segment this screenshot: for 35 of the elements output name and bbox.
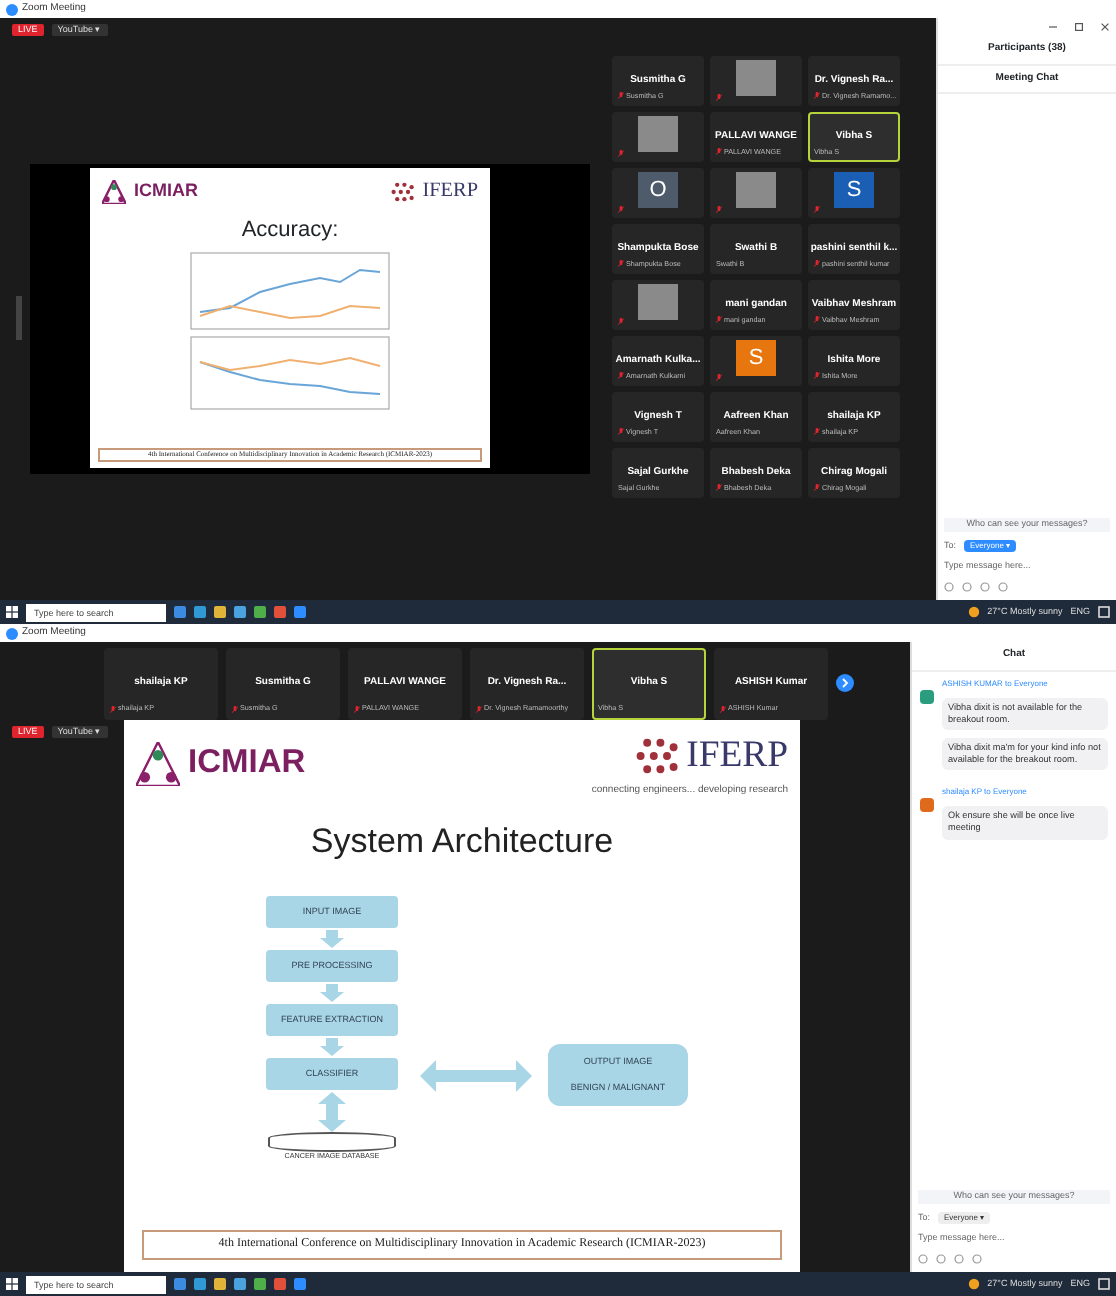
photo-placeholder (638, 283, 678, 319)
slide-title: System Architecture (308, 819, 616, 864)
notification-icon[interactable] (1098, 606, 1110, 618)
double-arrow-icon (316, 1092, 348, 1133)
avatar-letter: S (834, 171, 874, 207)
weather-sun-icon (967, 606, 980, 618)
slide-title: Accuracy: (239, 216, 341, 247)
dotted-globe-logo-icon (390, 179, 415, 204)
database-cylinder (268, 1132, 396, 1153)
down-arrow-icon (318, 1038, 346, 1057)
minimize-icon[interactable] (1048, 22, 1058, 32)
zoom-icon (6, 627, 18, 639)
logo-text: ICMIAR (188, 742, 306, 785)
next-page-icon[interactable] (836, 674, 854, 692)
people-triangle-logo-icon (136, 741, 180, 786)
photo-placeholder (736, 59, 776, 95)
logo-text: IFERP (686, 732, 788, 780)
logo-text: ICMIAR (134, 177, 198, 204)
people-triangle-logo-icon (102, 179, 126, 204)
avatar-letter: S (736, 339, 776, 375)
windows-start-icon[interactable] (6, 1278, 18, 1290)
photo-placeholder (638, 115, 678, 151)
dotted-globe-logo-icon (634, 734, 679, 779)
down-arrow-icon (318, 984, 346, 1003)
weather-sun-icon (967, 1278, 980, 1290)
windows-start-icon[interactable] (6, 606, 18, 618)
avatar-letter: O (638, 171, 678, 207)
photo-placeholder (736, 171, 776, 207)
logo-text: IFERP (422, 178, 478, 206)
double-arrow-icon (420, 1060, 532, 1093)
notification-icon[interactable] (1098, 1278, 1110, 1290)
restore-icon[interactable] (1074, 22, 1084, 32)
close-icon[interactable] (1100, 22, 1110, 32)
zoom-icon (6, 3, 18, 15)
down-arrow-icon (318, 930, 346, 949)
